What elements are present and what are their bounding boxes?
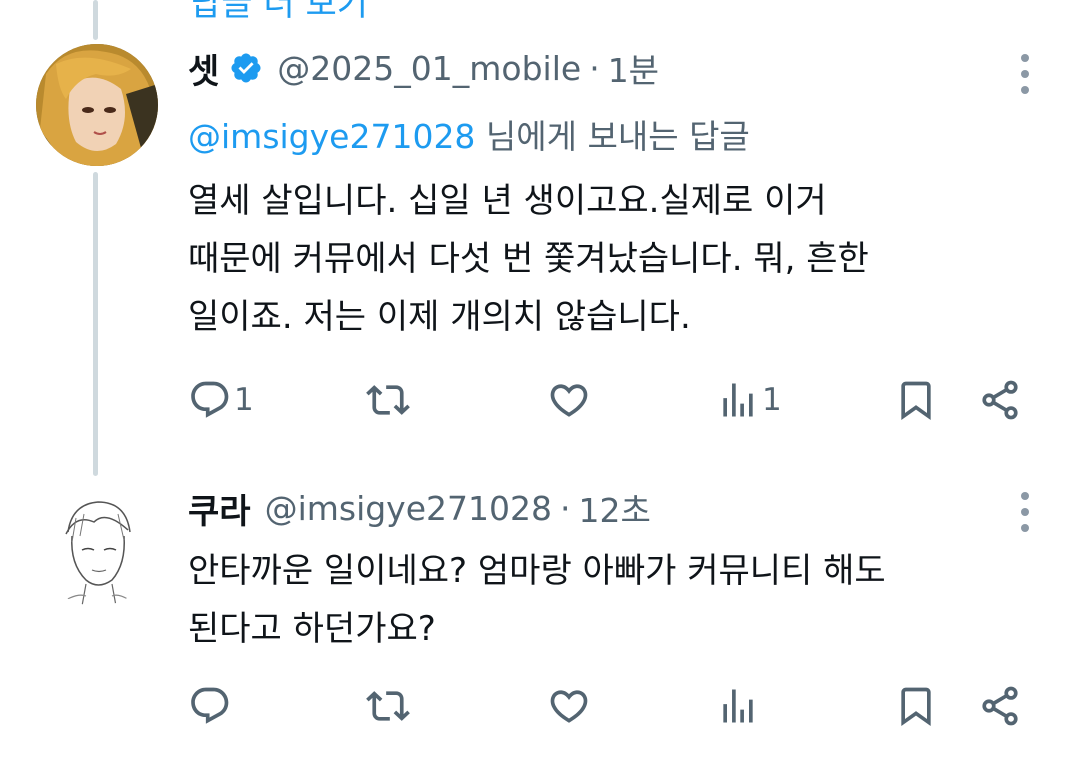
verified-badge-icon [229, 51, 263, 85]
bookmark-icon [901, 381, 931, 421]
avatar-image [36, 484, 158, 606]
user-handle[interactable]: @imsigye271028 [265, 489, 552, 528]
reply-button[interactable] [188, 684, 232, 728]
display-name[interactable]: 쿠라 [188, 484, 251, 533]
retweet-icon [366, 385, 410, 415]
reply-icon [191, 381, 229, 418]
heart-icon [550, 384, 588, 417]
more-vertical-icon[interactable] [1020, 492, 1030, 532]
reply-to-line: @imsigye271028 님에게 보내는 답글 [188, 110, 750, 158]
reply-icon [191, 687, 229, 724]
timestamp[interactable]: 12초 [579, 484, 651, 532]
retweet-button[interactable] [366, 378, 410, 422]
share-icon [982, 686, 1018, 726]
retweet-button[interactable] [366, 684, 410, 728]
reply-count: 1 [234, 382, 254, 418]
bookmark-button[interactable] [894, 378, 938, 422]
views-count: 1 [762, 382, 782, 418]
tweet-text-line: 일이죠. 저는 이제 개의치 않습니다. [188, 297, 691, 337]
tweet-text: 안타까운 일이네요? 엄마랑 아빠가 커뮤니티 해도 된다고 하던가요? [188, 542, 1048, 658]
share-button[interactable] [978, 378, 1022, 422]
tweet-text: 열세 살입니다. 십일 년 생이고요.실제로 이거 때문에 커뮤에서 다섯 번 … [188, 172, 1048, 346]
tweet-actions [0, 684, 1080, 734]
separator-dot: · [560, 488, 571, 528]
tweet-text-line: 안타까운 일이네요? 엄마랑 아빠가 커뮤니티 해도 [188, 551, 886, 591]
more-vertical-icon[interactable] [1020, 54, 1030, 94]
views-button[interactable] [716, 684, 760, 728]
share-button[interactable] [978, 684, 1022, 728]
share-icon [982, 380, 1018, 420]
user-handle[interactable]: @2025_01_mobile [277, 49, 581, 88]
heart-icon [550, 690, 588, 723]
tweet[interactable]: 셋 @2025_01_mobile · 1분 @imsigye271028 님에… [0, 0, 1080, 470]
tweet-text-line: 된다고 하던가요? [188, 609, 436, 649]
bookmark-button[interactable] [894, 684, 938, 728]
retweet-icon [366, 691, 410, 721]
tweet-actions: 1 1 [0, 378, 1080, 428]
avatar[interactable] [36, 484, 158, 606]
avatar[interactable] [36, 44, 158, 166]
tweet[interactable]: 쿠라 @imsigye271028 · 12초 안타까운 일이네요? 엄마랑 아… [0, 470, 1080, 771]
separator-dot: · [589, 48, 600, 88]
like-button[interactable] [547, 378, 591, 422]
reply-to-suffix: 님에게 보내는 답글 [475, 117, 750, 156]
tweet-header: 쿠라 @imsigye271028 · 12초 [188, 484, 651, 533]
tweet-text-line: 때문에 커뮤에서 다섯 번 쫓겨났습니다. 뭐, 흔한 [188, 239, 869, 279]
tweet-text-line: 열세 살입니다. 십일 년 생이고요.실제로 이거 [188, 181, 827, 221]
bookmark-icon [901, 687, 931, 727]
tweet-header: 셋 @2025_01_mobile · 1분 [188, 44, 659, 93]
views-button[interactable]: 1 [716, 378, 782, 422]
views-icon [723, 383, 753, 417]
avatar-image [36, 44, 158, 166]
reply-button[interactable]: 1 [188, 378, 254, 422]
reply-to-mention[interactable]: @imsigye271028 [188, 117, 475, 156]
timestamp[interactable]: 1분 [608, 44, 659, 92]
display-name[interactable]: 셋 [188, 44, 219, 93]
views-icon [723, 689, 753, 723]
like-button[interactable] [547, 684, 591, 728]
